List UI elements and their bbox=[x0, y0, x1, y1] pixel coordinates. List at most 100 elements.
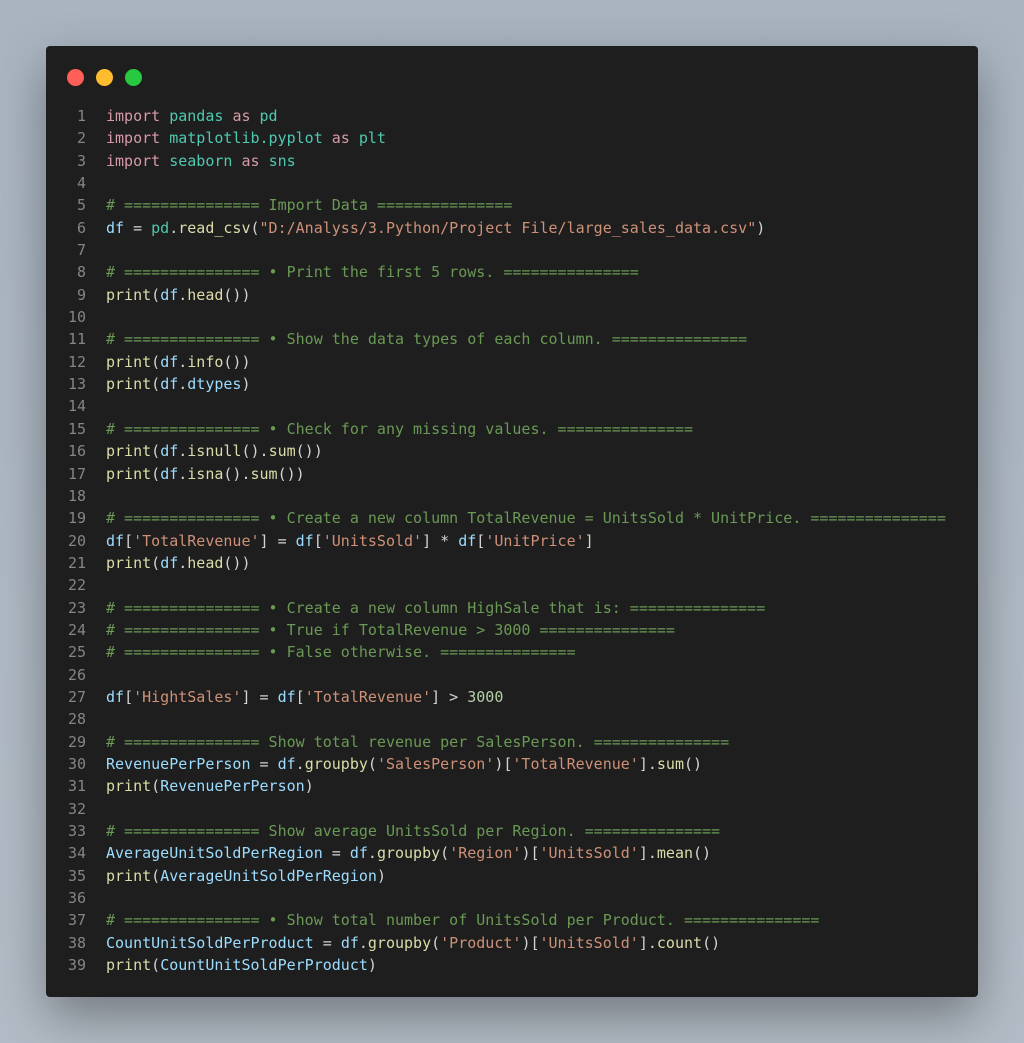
line-number: 8 bbox=[76, 263, 86, 282]
code-token: . bbox=[367, 844, 377, 863]
code-token: . bbox=[295, 754, 305, 773]
code-line: 9 print(df.head()) bbox=[46, 284, 946, 306]
line-number: 16 bbox=[67, 442, 86, 461]
line-content: print(RevenuePerPerson) bbox=[106, 775, 314, 797]
line-content: print(df.info()) bbox=[106, 351, 251, 373]
code-line: 25 # =============== • False otherwise. =… bbox=[46, 641, 946, 663]
code-editor[interactable]: 1 import pandas as pd 2 import matplotlib.p… bbox=[46, 105, 946, 976]
code-token: ) bbox=[376, 866, 386, 885]
maximize-button[interactable] bbox=[125, 69, 142, 86]
line-number: 13 bbox=[67, 375, 86, 394]
code-token: df bbox=[458, 531, 477, 550]
code-token: = bbox=[250, 754, 278, 773]
code-token: [ bbox=[295, 687, 305, 706]
line-content: import seaborn as sns bbox=[106, 150, 296, 172]
code-token: ]. bbox=[638, 844, 657, 863]
code-token: ( bbox=[151, 352, 161, 371]
code-token: sum bbox=[656, 754, 684, 773]
code-token: pd bbox=[151, 218, 170, 237]
line-content bbox=[106, 239, 115, 261]
line-number: 12 bbox=[67, 352, 86, 371]
code-token: ( bbox=[151, 866, 161, 885]
code-token: df bbox=[160, 352, 179, 371]
line-content bbox=[106, 798, 115, 820]
code-token: ) bbox=[241, 375, 251, 394]
line-number: 24 bbox=[67, 620, 86, 639]
code-token: (). bbox=[241, 442, 269, 461]
code-token: info bbox=[187, 352, 224, 371]
code-token: . bbox=[169, 218, 179, 237]
line-content: # =============== Import Data ==========… bbox=[106, 194, 512, 216]
line-content: AverageUnitSoldPerRegion = df.groupby('R… bbox=[106, 842, 711, 864]
code-token: # =============== • Create a new column … bbox=[106, 598, 766, 617]
line-number: 27 bbox=[67, 687, 86, 706]
code-token: )[ bbox=[494, 754, 513, 773]
code-token: df bbox=[106, 687, 125, 706]
code-token: RevenuePerPerson bbox=[106, 754, 251, 773]
code-line: 12 print(df.info()) bbox=[46, 351, 946, 373]
code-token: . bbox=[178, 375, 188, 394]
line-content bbox=[106, 574, 115, 596]
code-line: 5 # =============== Import Data =========… bbox=[46, 194, 946, 216]
line-number: 33 bbox=[67, 822, 86, 840]
code-token: # =============== • Check for any missin… bbox=[106, 419, 693, 438]
line-content: print(CountUnitSoldPerProduct) bbox=[106, 954, 377, 976]
code-token: groupby bbox=[376, 844, 441, 863]
line-content bbox=[106, 395, 115, 417]
code-token: ) bbox=[304, 777, 314, 796]
code-token: pandas bbox=[169, 107, 224, 125]
code-token: = bbox=[322, 844, 350, 863]
code-line: 36 bbox=[46, 887, 946, 909]
code-line: 22 bbox=[46, 574, 946, 596]
code-token: RevenuePerPerson bbox=[160, 777, 305, 796]
code-token: df bbox=[277, 687, 296, 706]
line-content bbox=[106, 887, 115, 909]
line-number: 37 bbox=[67, 911, 86, 930]
close-button[interactable] bbox=[67, 69, 84, 86]
line-number: 34 bbox=[67, 844, 86, 863]
line-number: 20 bbox=[67, 531, 86, 550]
line-content: print(AverageUnitSoldPerRegion) bbox=[106, 865, 386, 887]
code-token: print bbox=[106, 866, 152, 885]
code-token: 'Region' bbox=[449, 844, 522, 863]
line-number: 10 bbox=[67, 308, 86, 327]
code-token: = bbox=[313, 933, 341, 952]
code-token: ] > bbox=[431, 687, 468, 706]
minimize-button[interactable] bbox=[96, 69, 113, 86]
code-line: 34 AverageUnitSoldPerRegion = df.groupby(… bbox=[46, 842, 946, 864]
line-content: print(df.head()) bbox=[106, 552, 251, 574]
code-token: ( bbox=[151, 464, 161, 483]
code-line: 7 bbox=[46, 239, 946, 261]
line-content: df['HightSales'] = df['TotalRevenue'] > … bbox=[106, 686, 503, 708]
code-token: print bbox=[106, 375, 152, 394]
code-line: 38 CountUnitSoldPerProduct = df.groupby('… bbox=[46, 932, 946, 954]
line-number: 5 bbox=[76, 196, 86, 215]
code-token: # =============== • False otherwise. ===… bbox=[106, 643, 576, 662]
code-token: ()) bbox=[223, 553, 251, 572]
code-token: ( bbox=[151, 777, 161, 796]
code-token: read_csv bbox=[178, 218, 251, 237]
code-line: 20 df['TotalRevenue'] = df['UnitsSold'] *… bbox=[46, 530, 946, 552]
line-number: 22 bbox=[67, 576, 86, 595]
code-token: count bbox=[656, 933, 703, 952]
line-number: 9 bbox=[76, 285, 86, 304]
code-token: ()) bbox=[223, 285, 251, 304]
line-content bbox=[106, 306, 115, 328]
code-token: . bbox=[178, 464, 188, 483]
line-number: 14 bbox=[67, 397, 86, 416]
line-number: 31 bbox=[67, 777, 86, 796]
line-content: CountUnitSoldPerProduct = df.groupby('Pr… bbox=[106, 932, 720, 954]
line-content: print(df.dtypes) bbox=[106, 373, 251, 395]
code-token: sum bbox=[268, 442, 296, 461]
line-content: # =============== • True if TotalRevenue… bbox=[106, 619, 675, 641]
code-line: 17 print(df.isna().sum()) bbox=[46, 463, 946, 485]
code-token: print bbox=[106, 777, 152, 796]
code-token: sns bbox=[268, 151, 296, 170]
code-token: AverageUnitSoldPerRegion bbox=[160, 866, 377, 885]
code-token: 'SalesPerson' bbox=[376, 754, 495, 773]
code-token: print bbox=[106, 285, 152, 304]
